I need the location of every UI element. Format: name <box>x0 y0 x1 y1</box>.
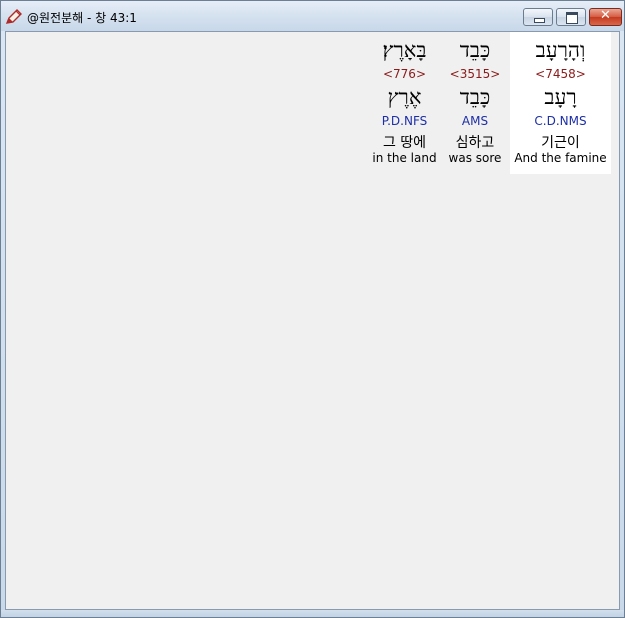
maximize-button[interactable] <box>556 8 586 26</box>
app-pencil-icon[interactable] <box>5 8 23 26</box>
morphology-code: C.D.NMS <box>534 114 587 128</box>
minimize-button[interactable] <box>523 8 553 26</box>
word-column-1[interactable]: וְהָרָעָב <7458> רָעָב C.D.NMS 기근이 And t… <box>510 32 611 174</box>
morphology-code: P.D.NFS <box>381 114 428 128</box>
app-window: @원전분해 - 창 43:1 ✕ וְהָרָעָב <7458> רָעָב … <box>0 0 625 618</box>
strong-number[interactable]: <776> <box>366 67 443 81</box>
hebrew-lemma: כָּבֵד <box>459 85 491 109</box>
korean-gloss: 기근이 <box>541 135 580 151</box>
maximize-icon <box>566 12 578 24</box>
hebrew-word[interactable]: וְהָרָעָב <box>510 37 611 63</box>
window-title: @원전분해 - 창 43:1 <box>27 11 137 25</box>
hebrew-lemma: רָעָב <box>544 85 577 109</box>
strong-number[interactable]: <3515> <box>443 67 507 81</box>
english-gloss: in the land <box>372 151 437 165</box>
korean-gloss: 심하고 <box>455 135 495 151</box>
title-bar[interactable]: @원전분해 - 창 43:1 ✕ <box>1 1 624 31</box>
morphology-code: AMS <box>461 114 489 128</box>
hebrew-lemma: אֶרֶץ <box>387 85 422 109</box>
close-icon: ✕ <box>600 8 611 23</box>
word-column-2[interactable]: כָּבֵד <3515> כָּבֵד AMS 심하고 was sore <box>443 32 507 174</box>
english-gloss: was sore <box>448 151 502 165</box>
english-gloss: And the famine <box>514 151 607 165</box>
strong-number[interactable]: <7458> <box>510 67 611 81</box>
window-bottom-border <box>1 610 624 617</box>
word-column-3[interactable]: בָּאָרֶץ׃ <776> אֶרֶץ P.D.NFS 그 땅에 in th… <box>366 32 443 174</box>
minimize-icon <box>534 18 545 23</box>
close-button[interactable]: ✕ <box>589 8 622 26</box>
korean-gloss: 그 땅에 <box>382 135 427 151</box>
interlinear-panel: וְהָרָעָב <7458> רָעָב C.D.NMS 기근이 And t… <box>5 31 620 610</box>
hebrew-word[interactable]: בָּאָרֶץ׃ <box>366 37 443 63</box>
hebrew-word[interactable]: כָּבֵד <box>443 37 507 63</box>
